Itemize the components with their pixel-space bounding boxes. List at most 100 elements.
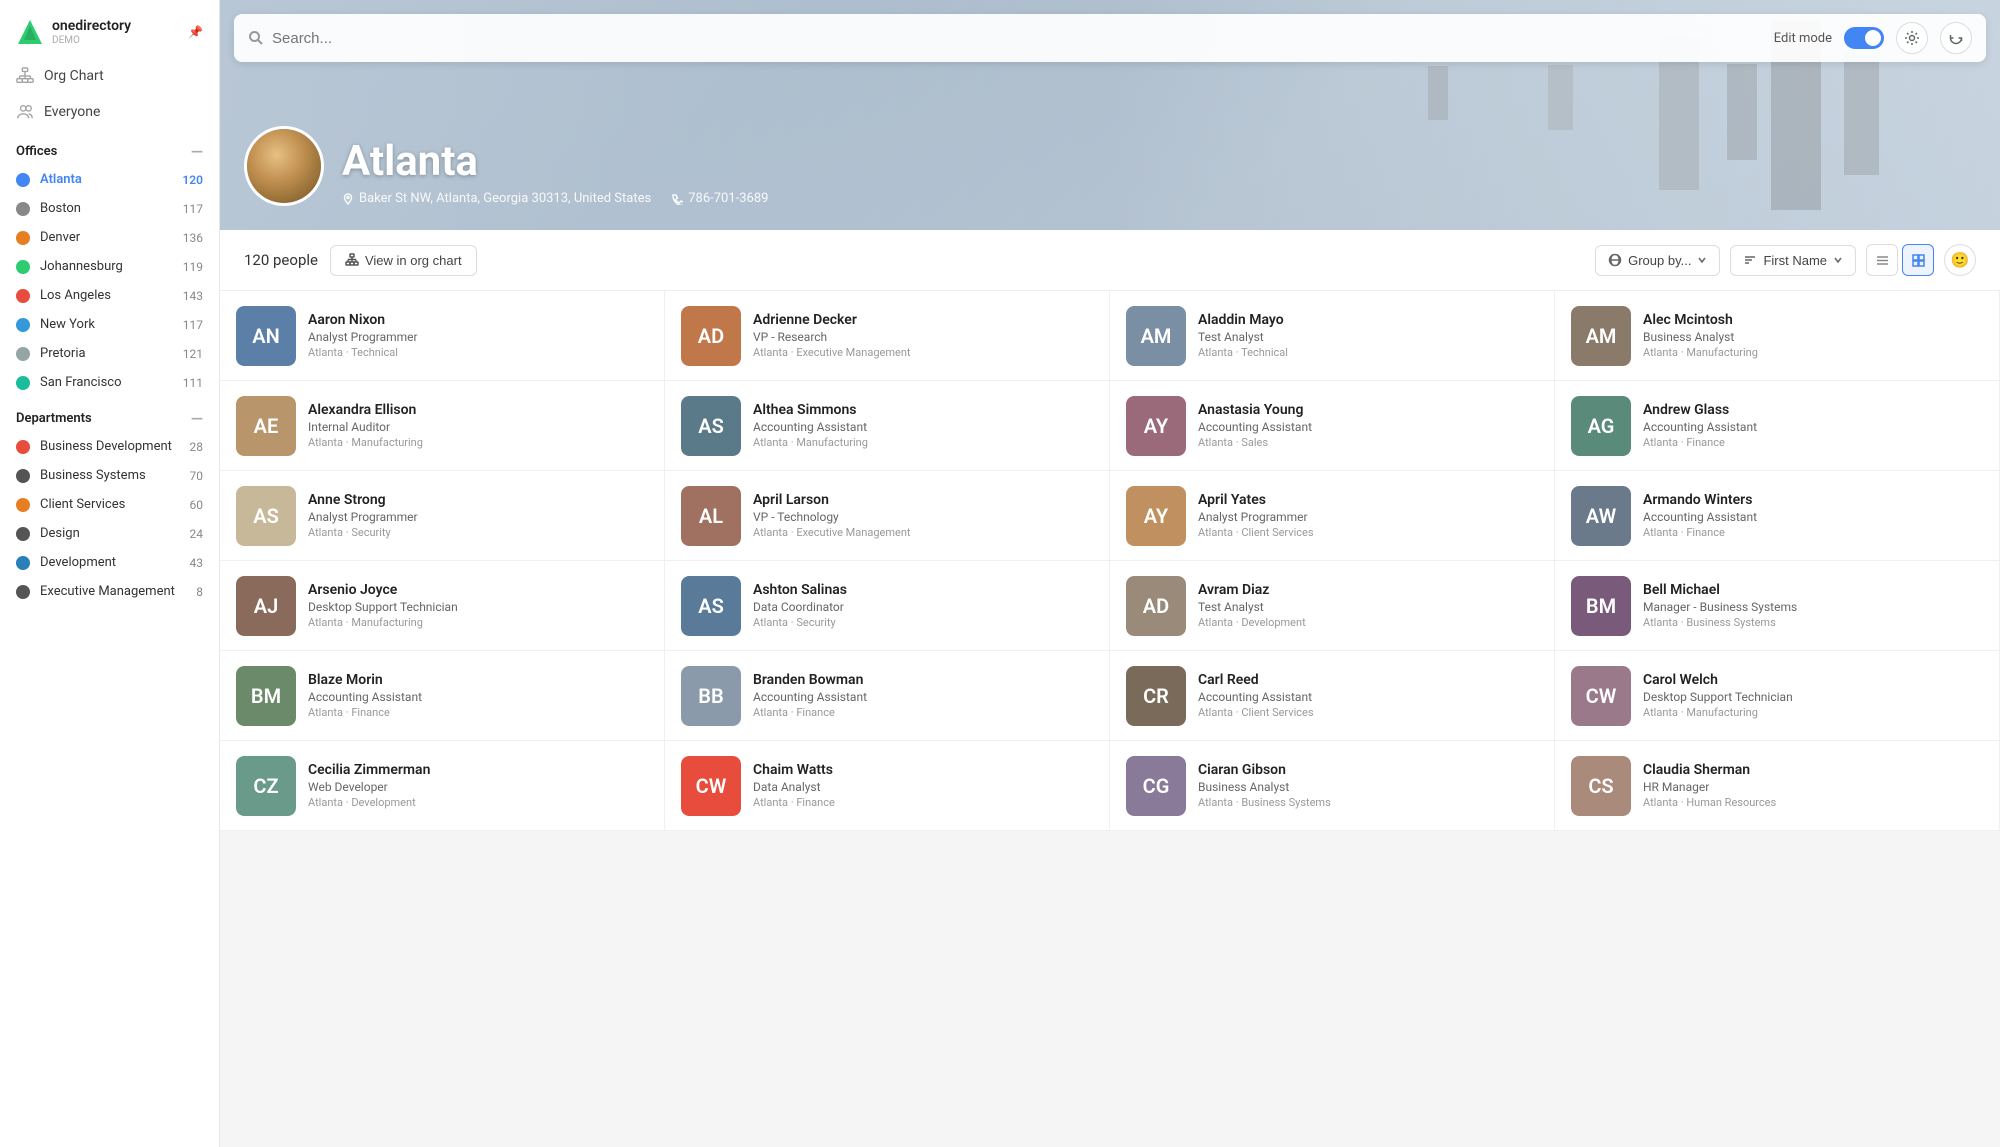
office-dot-san-francisco bbox=[16, 376, 30, 390]
sidebar-item-design[interactable]: Design 24 bbox=[0, 519, 219, 548]
person-card-6[interactable]: AS Althea Simmons Accounting Assistant A… bbox=[665, 381, 1110, 471]
person-location-17: Atlanta · Finance bbox=[308, 706, 422, 719]
avatar-initials-24: CS bbox=[1571, 756, 1631, 816]
person-title-21: Web Developer bbox=[308, 780, 430, 794]
office-label-atlanta: Atlanta bbox=[40, 172, 82, 187]
sidebar-item-business-dev[interactable]: Business Development 28 bbox=[0, 432, 219, 461]
dept-count-client-services: 60 bbox=[190, 498, 204, 512]
sidebar-item-development[interactable]: Development 43 bbox=[0, 548, 219, 577]
person-location-3: Atlanta · Technical bbox=[1198, 346, 1288, 359]
person-info-12: Armando Winters Accounting Assistant Atl… bbox=[1643, 492, 1757, 539]
person-card-4[interactable]: AM Alec Mcintosh Business Analyst Atlant… bbox=[1555, 291, 2000, 381]
search-input[interactable] bbox=[272, 30, 1766, 47]
sidebar-item-los-angeles[interactable]: Los Angeles 143 bbox=[0, 281, 219, 310]
sidebar-item-org-chart[interactable]: Org Chart bbox=[0, 58, 219, 94]
person-avatar-11: AY bbox=[1126, 486, 1186, 546]
person-name-17: Blaze Morin bbox=[308, 672, 422, 688]
person-avatar-7: AY bbox=[1126, 396, 1186, 456]
content-area: AN Aaron Nixon Analyst Programmer Atlant… bbox=[220, 291, 2000, 1147]
view-org-chart-button[interactable]: View in org chart bbox=[330, 245, 477, 276]
departments-collapse-icon[interactable]: — bbox=[191, 409, 203, 428]
person-location-24: Atlanta · Human Resources bbox=[1643, 796, 1776, 809]
person-card-14[interactable]: AS Ashton Salinas Data Coordinator Atlan… bbox=[665, 561, 1110, 651]
person-card-8[interactable]: AG Andrew Glass Accounting Assistant Atl… bbox=[1555, 381, 2000, 471]
person-card-24[interactable]: CS Claudia Sherman HR Manager Atlanta · … bbox=[1555, 741, 2000, 831]
person-card-3[interactable]: AM Aladdin Mayo Test Analyst Atlanta · T… bbox=[1110, 291, 1555, 381]
avatar-initials-12: AW bbox=[1571, 486, 1631, 546]
person-avatar-22: CW bbox=[681, 756, 741, 816]
grid-view-button[interactable] bbox=[1902, 244, 1934, 276]
sidebar-item-atlanta[interactable]: Atlanta 120 bbox=[0, 165, 219, 194]
hero-info: Atlanta Baker St NW, Atlanta, Georgia 30… bbox=[342, 141, 768, 206]
edit-mode-toggle[interactable] bbox=[1844, 27, 1884, 49]
sidebar-item-client-services[interactable]: Client Services 60 bbox=[0, 490, 219, 519]
person-avatar-15: AD bbox=[1126, 576, 1186, 636]
person-card-7[interactable]: AY Anastasia Young Accounting Assistant … bbox=[1110, 381, 1555, 471]
person-card-19[interactable]: CR Carl Reed Accounting Assistant Atlant… bbox=[1110, 651, 1555, 741]
person-card-22[interactable]: CW Chaim Watts Data Analyst Atlanta · Fi… bbox=[665, 741, 1110, 831]
office-label-san-francisco: San Francisco bbox=[40, 375, 122, 390]
phone-icon bbox=[671, 193, 683, 205]
person-info-22: Chaim Watts Data Analyst Atlanta · Finan… bbox=[753, 762, 835, 809]
avatar-initials-5: AE bbox=[236, 396, 296, 456]
person-card-16[interactable]: BM Bell Michael Manager - Business Syste… bbox=[1555, 561, 2000, 651]
sidebar-item-johannesburg[interactable]: Johannesburg 119 bbox=[0, 252, 219, 281]
person-location-10: Atlanta · Executive Management bbox=[753, 526, 911, 539]
office-count-boston: 117 bbox=[183, 202, 203, 216]
list-view-button[interactable] bbox=[1866, 244, 1898, 276]
office-label-pretoria: Pretoria bbox=[40, 346, 86, 361]
avatar-initials-6: AS bbox=[681, 396, 741, 456]
grid-view-icon bbox=[1911, 253, 1926, 268]
person-card-2[interactable]: AD Adrienne Decker VP - Research Atlanta… bbox=[665, 291, 1110, 381]
avatar-initials-2: AD bbox=[681, 306, 741, 366]
avatar-initials-21: CZ bbox=[236, 756, 296, 816]
person-name-22: Chaim Watts bbox=[753, 762, 835, 778]
person-card-23[interactable]: CG Ciaran Gibson Business Analyst Atlant… bbox=[1110, 741, 1555, 831]
person-card-12[interactable]: AW Armando Winters Accounting Assistant … bbox=[1555, 471, 2000, 561]
person-card-15[interactable]: AD Avram Diaz Test Analyst Atlanta · Dev… bbox=[1110, 561, 1555, 651]
person-card-13[interactable]: AJ Arsenio Joyce Desktop Support Technic… bbox=[220, 561, 665, 651]
sort-button[interactable]: First Name bbox=[1730, 245, 1856, 276]
avatar-initials-15: AD bbox=[1126, 576, 1186, 636]
sidebar-item-pretoria[interactable]: Pretoria 121 bbox=[0, 339, 219, 368]
sidebar-item-san-francisco[interactable]: San Francisco 111 bbox=[0, 368, 219, 397]
settings-button[interactable] bbox=[1896, 22, 1928, 54]
sidebar-item-exec-mgmt[interactable]: Executive Management 8 bbox=[0, 577, 219, 606]
person-card-18[interactable]: BB Branden Bowman Accounting Assistant A… bbox=[665, 651, 1110, 741]
group-by-button[interactable]: Group by... bbox=[1595, 245, 1720, 276]
offices-list: Atlanta 120 Boston 117 Denver 136 Johann… bbox=[0, 165, 219, 397]
person-avatar-13: AJ bbox=[236, 576, 296, 636]
hero-city-name: Atlanta bbox=[342, 141, 768, 183]
person-location-11: Atlanta · Client Services bbox=[1198, 526, 1314, 539]
person-card-9[interactable]: AS Anne Strong Analyst Programmer Atlant… bbox=[220, 471, 665, 561]
person-card-20[interactable]: CW Carol Welch Desktop Support Technicia… bbox=[1555, 651, 2000, 741]
departments-label: Departments bbox=[16, 411, 92, 426]
avatar-initials-8: AG bbox=[1571, 396, 1631, 456]
logo-name: onedirectory bbox=[52, 18, 131, 35]
person-card-5[interactable]: AE Alexandra Ellison Internal Auditor At… bbox=[220, 381, 665, 471]
person-card-11[interactable]: AY April Yates Analyst Programmer Atlant… bbox=[1110, 471, 1555, 561]
refresh-button[interactable] bbox=[1940, 22, 1972, 54]
person-info-14: Ashton Salinas Data Coordinator Atlanta … bbox=[753, 582, 847, 629]
sidebar-item-denver[interactable]: Denver 136 bbox=[0, 223, 219, 252]
sidebar-item-new-york[interactable]: New York 117 bbox=[0, 310, 219, 339]
sort-icon bbox=[1743, 253, 1757, 267]
person-card-21[interactable]: CZ Cecilia Zimmerman Web Developer Atlan… bbox=[220, 741, 665, 831]
offices-collapse-icon[interactable]: — bbox=[191, 142, 203, 161]
person-info-5: Alexandra Ellison Internal Auditor Atlan… bbox=[308, 402, 423, 449]
logo: onedirectory DEMO 📌 bbox=[0, 0, 219, 58]
office-dot-johannesburg bbox=[16, 260, 30, 274]
avatar-initials-19: CR bbox=[1126, 666, 1186, 726]
dept-count-exec-mgmt: 8 bbox=[196, 585, 203, 599]
dept-dot-development bbox=[16, 556, 30, 570]
person-card-1[interactable]: AN Aaron Nixon Analyst Programmer Atlant… bbox=[220, 291, 665, 381]
sidebar-item-boston[interactable]: Boston 117 bbox=[0, 194, 219, 223]
sidebar-item-everyone[interactable]: Everyone bbox=[0, 94, 219, 130]
pin-icon[interactable]: 📌 bbox=[188, 25, 203, 39]
avatar-initials-4: AM bbox=[1571, 306, 1631, 366]
emoji-button[interactable]: 🙂 bbox=[1944, 244, 1976, 276]
person-card-17[interactable]: BM Blaze Morin Accounting Assistant Atla… bbox=[220, 651, 665, 741]
person-title-15: Test Analyst bbox=[1198, 600, 1306, 614]
person-card-10[interactable]: AL April Larson VP - Technology Atlanta … bbox=[665, 471, 1110, 561]
sidebar-item-business-sys[interactable]: Business Systems 70 bbox=[0, 461, 219, 490]
